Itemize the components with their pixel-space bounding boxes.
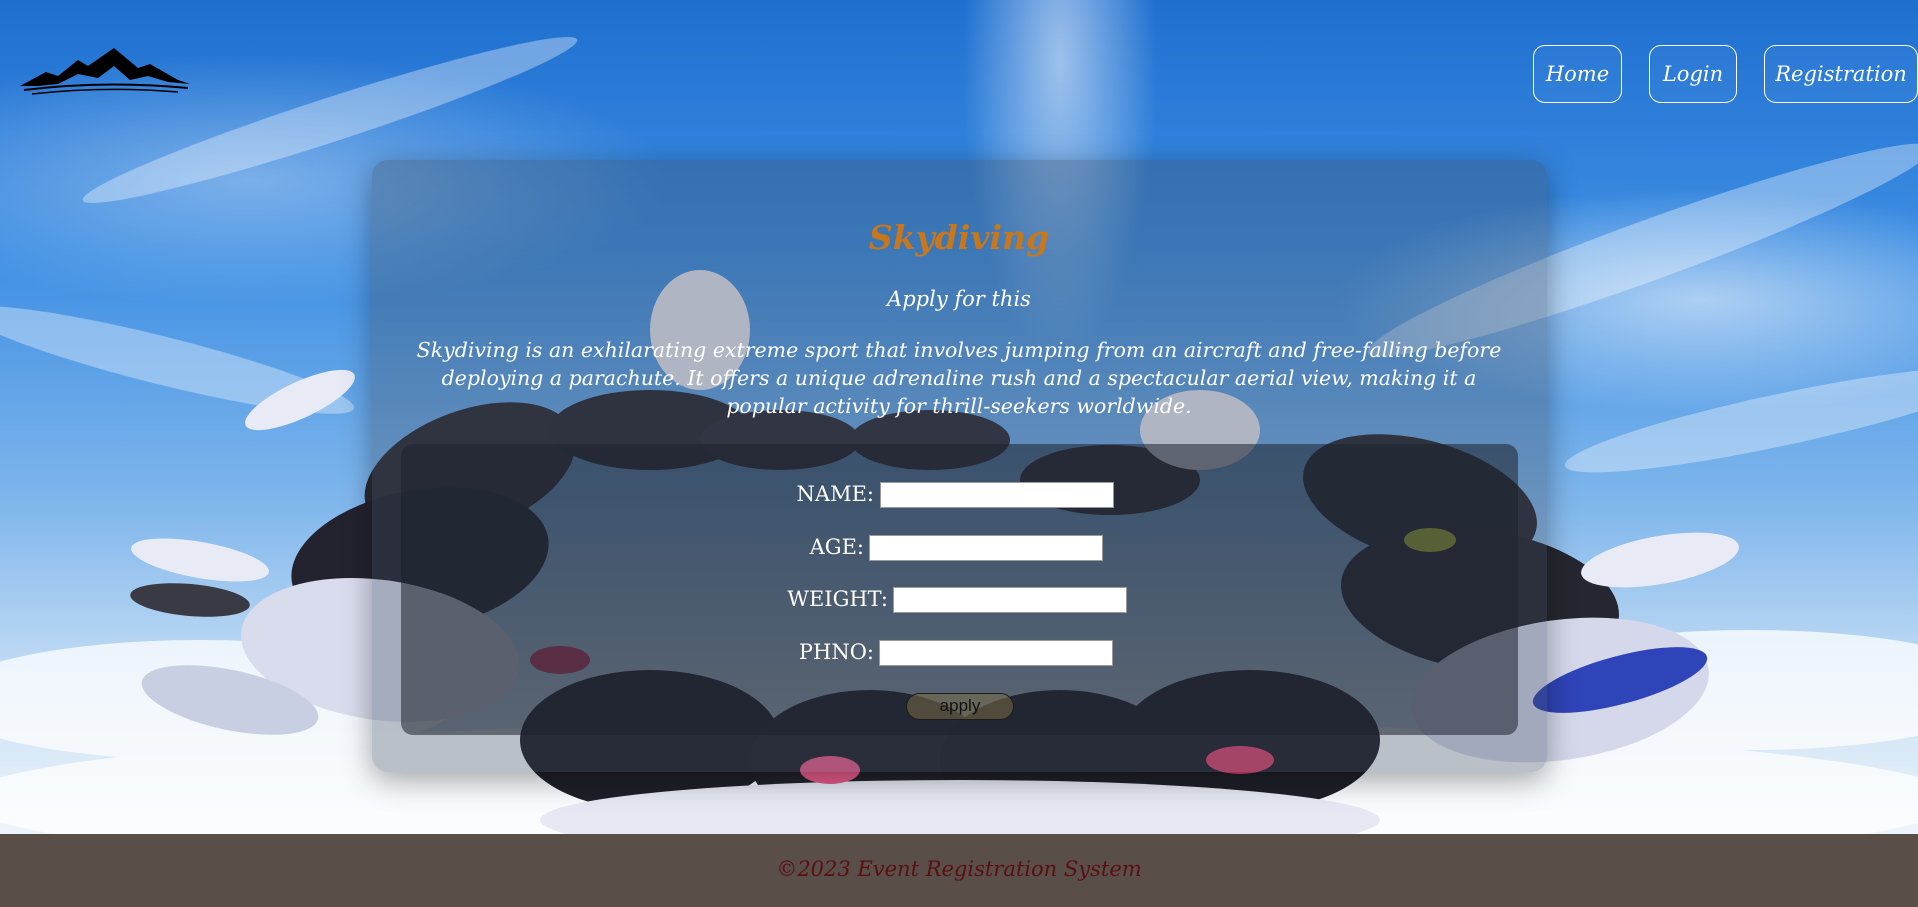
event-description: Skydiving is an exhilarating extreme spo… <box>416 338 1502 418</box>
mountain-logo-icon[interactable] <box>18 46 192 96</box>
weight-input[interactable] <box>893 587 1127 613</box>
nav-login-button[interactable]: Login <box>1649 45 1737 103</box>
footer: ©2023 Event Registration System <box>0 834 1918 907</box>
nav-registration-button[interactable]: Registration <box>1764 45 1918 103</box>
phone-label: PHNO: <box>798 640 874 664</box>
event-title: Skydiving <box>868 218 1050 257</box>
apply-button[interactable]: apply <box>906 693 1014 720</box>
name-input[interactable] <box>880 482 1114 508</box>
footer-copyright: ©2023 Event Registration System <box>776 857 1142 881</box>
phone-input[interactable] <box>879 640 1113 666</box>
age-label: AGE: <box>809 535 864 559</box>
weight-label: WEIGHT: <box>787 587 888 611</box>
nav-home-button[interactable]: Home <box>1533 45 1622 103</box>
event-subtitle: Apply for this <box>887 287 1031 311</box>
name-label: NAME: <box>796 482 874 506</box>
age-input[interactable] <box>869 535 1103 561</box>
page: Home Login Registration Skydiving Apply … <box>0 0 1918 907</box>
